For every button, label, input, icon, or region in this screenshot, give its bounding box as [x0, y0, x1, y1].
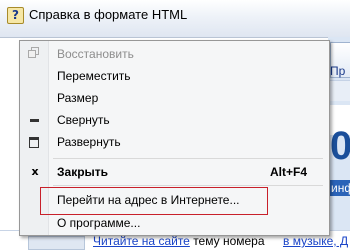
background-link-read-on-site[interactable]: Читайте на сайте: [93, 234, 190, 248]
help-book-icon[interactable]: ?: [7, 7, 24, 24]
menu-item-restore[interactable]: Восстановить: [20, 43, 329, 65]
menu-item-size[interactable]: Размер: [20, 87, 329, 109]
system-menu: Восстановить Переместить Размер Свернуть…: [19, 40, 330, 236]
menu-item-minimize[interactable]: Свернуть: [20, 109, 329, 131]
background-link-music[interactable]: в музыке, Д: [283, 234, 348, 248]
maximize-icon: [29, 137, 39, 148]
menu-item-close-shortcut: Alt+F4: [269, 165, 307, 179]
menu-item-maximize[interactable]: Развернуть: [20, 131, 329, 153]
minimize-icon: [30, 119, 39, 122]
background-link-row: Читайте на сайте тему номера: [93, 234, 265, 248]
window-title-bar[interactable]: ? Справка в формате HTML: [0, 0, 350, 38]
menu-item-maximize-label: Развернуть: [57, 135, 121, 149]
background-link-row-2: в музыке, Д: [283, 234, 348, 248]
window-title: Справка в формате HTML: [29, 7, 188, 22]
background-large-digit: 0: [330, 124, 350, 168]
background-logo: [28, 236, 85, 250]
menu-item-close-label: Закрыть: [57, 165, 109, 179]
background-link-suffix: тему номера: [189, 234, 265, 248]
menu-item-close[interactable]: x Закрыть Alt+F4: [20, 161, 329, 183]
menu-separator: [53, 158, 323, 159]
menu-item-goto-url[interactable]: Перейти на адрес в Интернете...: [20, 189, 329, 211]
background-stripe: [328, 80, 350, 101]
background-blue-bar-text: инф: [331, 181, 350, 195]
menu-item-size-label: Размер: [57, 91, 99, 105]
menu-item-about-label: О программе...: [57, 216, 141, 230]
menu-item-restore-label: Восстановить: [57, 47, 134, 61]
menu-item-move-label: Переместить: [57, 69, 131, 83]
background-tab-label: Пр: [330, 64, 346, 78]
menu-item-minimize-label: Свернуть: [57, 113, 110, 127]
menu-item-move[interactable]: Переместить: [20, 65, 329, 87]
close-icon: x: [31, 165, 39, 178]
menu-separator: [53, 185, 323, 186]
menu-item-about[interactable]: О программе...: [20, 212, 329, 234]
menu-item-goto-url-label: Перейти на адрес в Интернете...: [57, 193, 240, 207]
